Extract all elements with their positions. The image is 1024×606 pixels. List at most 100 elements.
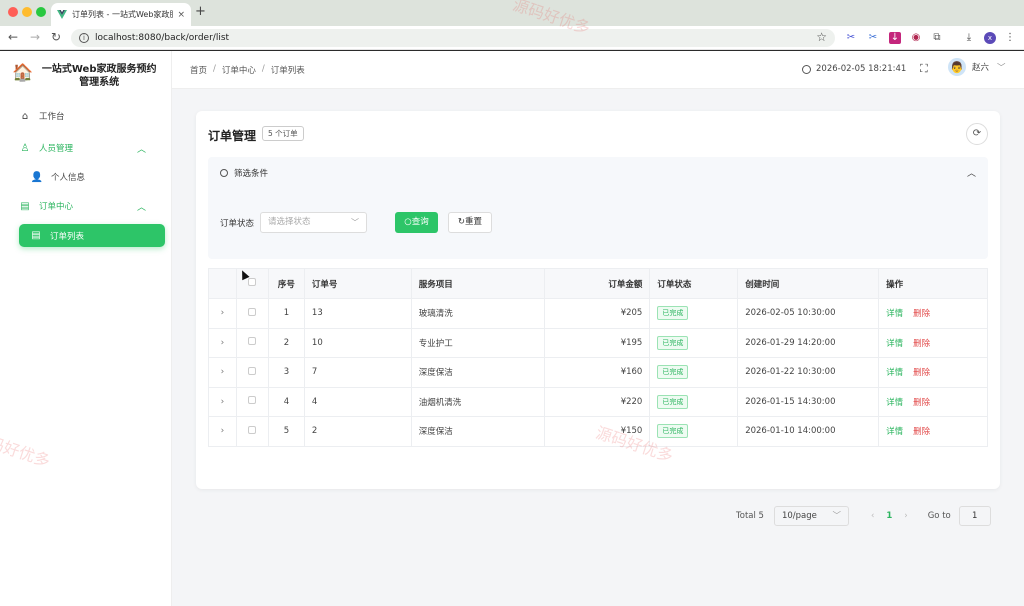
new-tab-button[interactable]: + [195,4,206,19]
column-header: 订单金额 [543,268,651,299]
chevron-down-icon: ﹀ [997,63,1006,73]
row-index: 2 [267,327,305,358]
created-time: 2026-01-22 10:30:00 [737,357,880,388]
puzzle-extensions-icon[interactable]: ⧉ [931,32,943,44]
address-bar[interactable]: i localhost:8080/back/order/list ☆ [71,29,835,47]
system-name: 一站式Web家政服务预约管理系统 [41,64,157,88]
chevron-up-icon[interactable]: ︿ [967,166,976,179]
minimize-window-button[interactable] [22,7,32,17]
filter-panel: 筛选条件 ︿ 订单状态 请选择状态 ﹀ ○查询 ↻重置 [208,157,988,259]
status-cell: 已完成 [649,327,739,358]
prev-page-icon[interactable]: ‹ [871,511,874,521]
page-number-current[interactable]: 1 [886,511,892,521]
column-header: 操作 [878,268,988,299]
downloads-icon[interactable]: ⤓ [963,32,975,44]
current-time: 2026-02-05 18:21:41 [802,64,906,74]
back-arrow-icon[interactable]: ← [8,30,18,44]
browser-toolbar: ← → ↻ i localhost:8080/back/order/list ☆… [0,26,1024,50]
expand-row-icon[interactable]: › [208,327,237,358]
row-checkbox[interactable] [248,396,257,405]
scissors-extension-icon[interactable]: ✂ [845,32,857,44]
row-checkbox[interactable] [248,366,257,375]
filter-header[interactable]: 筛选条件 [220,167,268,179]
close-window-button[interactable] [8,7,18,17]
search-icon [220,169,228,177]
breadcrumb-home[interactable]: 首页 [190,64,207,76]
user-menu[interactable]: 👨 赵六 ﹀ [948,58,1006,76]
detail-link[interactable]: 详情 [886,368,903,378]
status-cell: 已完成 [649,357,739,388]
browser-tab[interactable]: 订单列表 - 一站式Web家政服务 × [51,3,191,26]
cut-extension-icon[interactable]: ✂ [867,32,879,44]
expand-row-icon[interactable]: › [208,357,237,388]
pagination-total: Total 5 [736,511,764,521]
reload-icon[interactable]: ↻ [51,30,61,44]
expand-column-header [208,268,237,299]
home-icon: ⌂ [21,110,29,122]
order-number: 4 [303,386,412,417]
column-header: 创建时间 [737,268,880,299]
detail-link[interactable]: 详情 [886,398,903,408]
system-logo: 🏠 一站式Web家政服务预约管理系统 [12,63,167,89]
expand-row-icon[interactable]: › [208,298,237,329]
detail-link[interactable]: 详情 [886,427,903,437]
house-icon: 🏠 [12,63,34,83]
sidebar-item-staff[interactable]: ♙ 人员管理 ︿ [18,137,166,159]
browser-menu-icon[interactable]: ⋮ [1004,32,1016,44]
delete-link[interactable]: 删除 [913,368,930,378]
breadcrumb-orders[interactable]: 订单中心 [222,64,256,76]
tab-close-icon[interactable]: × [177,10,185,20]
row-checkbox-cell [235,298,269,329]
sidebar-item-label: 工作台 [39,112,65,122]
breadcrumb-separator: / [213,64,216,74]
service-name: 深度保洁 [410,416,545,447]
pagination: Total 5 10/page ﹀ ‹ 1 › Go to 1 [736,505,991,527]
maximize-window-button[interactable] [36,7,46,17]
status-label: 订单状态 [220,219,255,229]
bookmark-star-icon[interactable]: ☆ [816,30,827,44]
table-row: › 1 13 玻璃清洗 ¥205 已完成 2026-02-05 10:30:00… [208,298,988,329]
sidebar-item-dashboard[interactable]: ⌂ 工作台 [18,105,166,127]
sidebar-item-orders[interactable]: ▤ 订单中心 ︿ [18,195,166,217]
select-all-checkbox[interactable] [248,278,257,286]
status-badge: 已完成 [657,365,689,380]
status-badge: 已完成 [657,335,689,350]
list-icon: ▤ [31,230,41,241]
expand-row-icon[interactable]: › [208,386,237,417]
status-cell: 已完成 [649,386,739,417]
delete-link[interactable]: 删除 [913,339,930,349]
search-button[interactable]: ○查询 [395,212,438,233]
expand-row-icon[interactable]: › [208,416,237,447]
fullscreen-icon[interactable]: ⛶ [920,62,928,76]
table-header-row: 序号 订单号 服务项目 订单金额 订单状态 创建时间 操作 [208,268,988,299]
refresh-icon[interactable]: ⟳ [966,123,988,145]
reset-button[interactable]: ↻重置 [448,212,492,233]
delete-link[interactable]: 删除 [913,427,930,437]
detail-link[interactable]: 详情 [886,309,903,319]
created-time: 2026-02-05 10:30:00 [737,298,880,329]
delete-link[interactable]: 删除 [913,398,930,408]
browser-tab-bar: 订单列表 - 一站式Web家政服务 × + [0,0,1024,26]
next-page-icon[interactable]: › [904,511,907,521]
status-select[interactable]: 请选择状态 ﹀ [260,212,367,233]
row-checkbox[interactable] [248,337,257,346]
row-checkbox[interactable] [248,307,257,316]
forward-arrow-icon[interactable]: → [30,30,40,44]
order-amount: ¥150 [543,416,651,447]
order-number: 2 [303,416,412,447]
goto-page-input[interactable]: 1 [958,506,991,526]
vpn-extension-icon[interactable]: ◉ [910,32,922,44]
row-checkbox[interactable] [248,425,257,434]
page-size-select[interactable]: 10/page ﹀ [773,506,849,526]
download-extension-icon[interactable]: ↓ [889,32,901,44]
service-name: 专业护工 [410,327,545,358]
sidebar-item-order-list[interactable]: ▤ 订单列表 [19,224,165,247]
profile-avatar-icon[interactable]: x [984,32,996,44]
status-placeholder: 请选择状态 [268,217,311,227]
sidebar-item-profile[interactable]: 👤 个人信息 [30,166,178,188]
delete-link[interactable]: 删除 [913,309,930,319]
order-number: 7 [303,357,412,388]
detail-link[interactable]: 详情 [886,339,903,349]
created-time: 2026-01-15 14:30:00 [737,386,880,417]
site-info-icon[interactable]: i [79,33,89,43]
